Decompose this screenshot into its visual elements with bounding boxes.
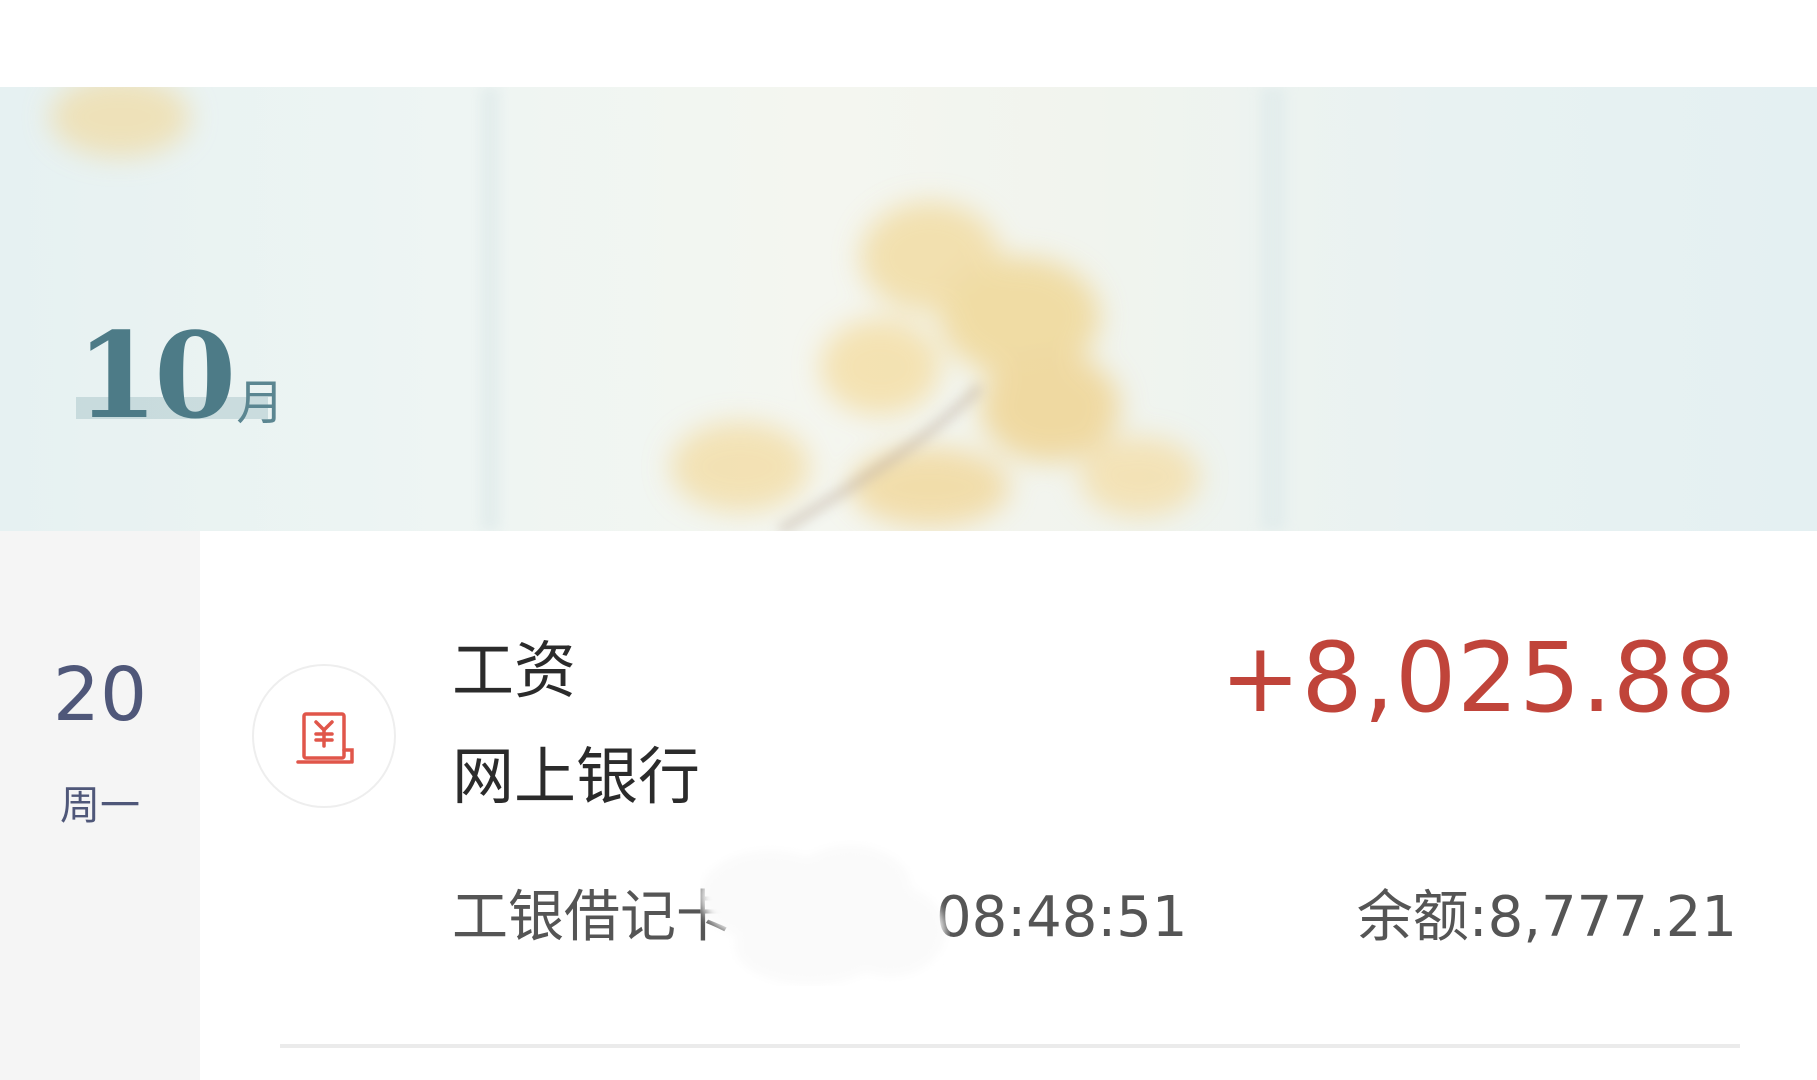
balance-value: 8,777.21 — [1487, 885, 1737, 950]
transaction-category-icon — [252, 664, 396, 808]
month-number: 10 — [76, 306, 236, 445]
month-banner: 10 月 — [0, 87, 1817, 531]
ginkgo-leaves-illustration — [50, 87, 1286, 531]
balance: 余额: 8,777.21 — [1357, 890, 1737, 946]
transaction-row[interactable] — [200, 531, 1817, 1080]
transaction-amount: +8,025.88 — [1220, 622, 1737, 734]
day-number: 20 — [52, 652, 148, 738]
weekday-label: 周一 — [60, 783, 140, 829]
month-label: 10 月 — [76, 317, 284, 435]
salary-document-icon — [296, 712, 354, 764]
bill-detail-screen: 10 月 20 周一 工资 网上银行 +8,025.88 工银借记卡 08:48… — [0, 0, 1817, 1080]
balance-label: 余额: — [1356, 885, 1488, 950]
transaction-channel: 网上银行 — [452, 740, 701, 813]
redaction-mark — [700, 846, 945, 984]
month-unit: 月 — [236, 375, 285, 431]
top-bar — [0, 0, 1817, 87]
row-divider — [280, 1044, 1740, 1048]
transaction-title: 工资 — [452, 634, 577, 707]
transaction-time: 08:48:51 — [936, 885, 1188, 950]
account-name: 工银借记卡 — [452, 885, 732, 950]
